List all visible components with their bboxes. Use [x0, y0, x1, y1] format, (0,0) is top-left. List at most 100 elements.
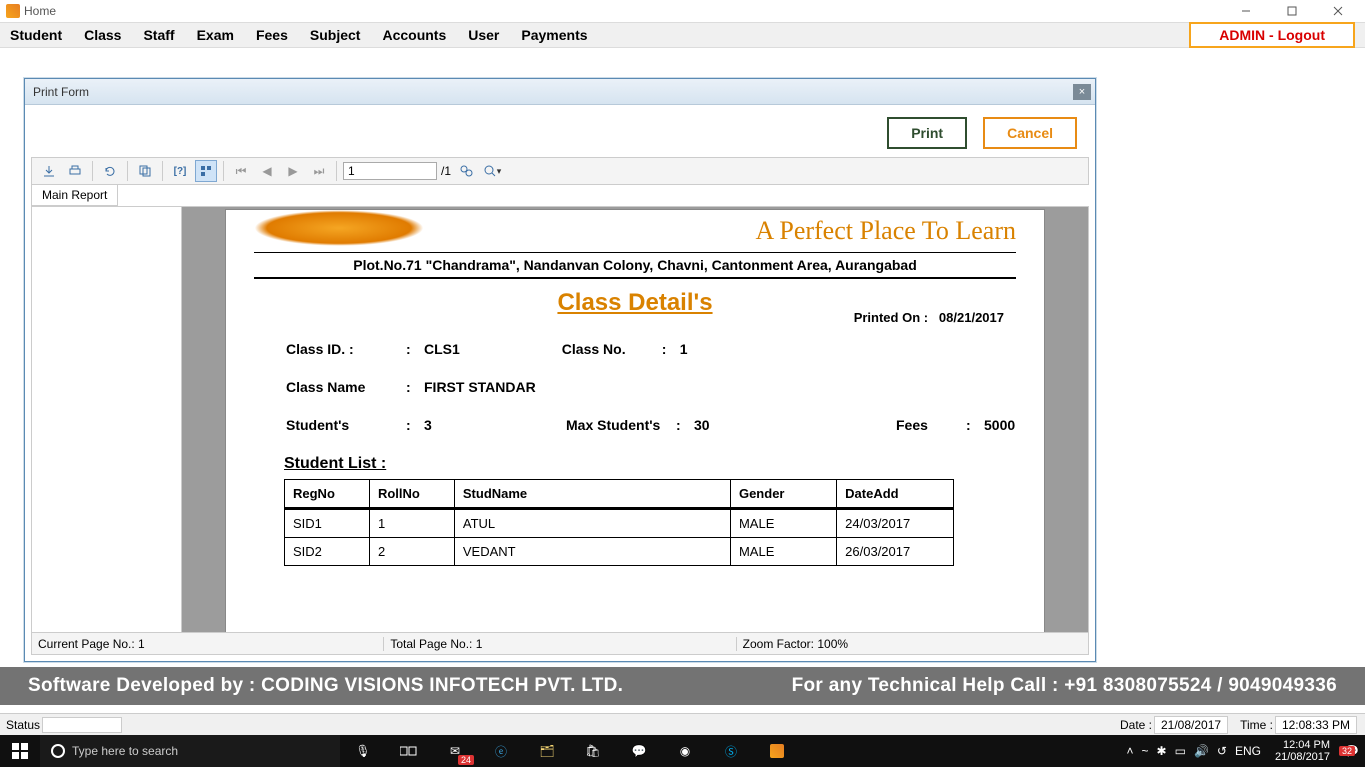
find-icon[interactable]: [455, 160, 477, 182]
copy-icon[interactable]: [134, 160, 156, 182]
menu-user[interactable]: User: [468, 27, 499, 43]
tray-volume-icon[interactable]: 🔊: [1194, 744, 1209, 758]
col-gender: Gender: [730, 480, 836, 509]
footer-credit: Software Developed by : CODING VISIONS I…: [0, 667, 1365, 705]
menu-payments[interactable]: Payments: [521, 27, 587, 43]
date-label: Date :: [1120, 718, 1152, 732]
next-page-icon[interactable]: ▶: [282, 160, 304, 182]
report-statusbar: Current Page No.: 1 Total Page No.: 1 Zo…: [31, 633, 1089, 655]
status-label: Status: [6, 718, 40, 732]
class-no-label: Class No.: [562, 341, 662, 357]
time-label: Time :: [1240, 718, 1273, 732]
tray-network-icon[interactable]: ✱: [1157, 744, 1167, 758]
class-no-value: 1: [680, 341, 688, 357]
clock-date: 21/08/2017: [1275, 751, 1330, 763]
fees-value: 5000: [984, 417, 1015, 433]
status-total-page: Total Page No.: 1: [384, 637, 736, 651]
group-tree-icon[interactable]: [195, 160, 217, 182]
table-row: SID22VEDANTMALE26/03/2017: [285, 538, 954, 566]
notifications-icon[interactable]: 💬32: [1344, 744, 1359, 758]
tray-sync-icon[interactable]: ↺: [1217, 744, 1227, 758]
menu-exam[interactable]: Exam: [197, 27, 234, 43]
report-page: A Perfect Place To Learn Plot.No.71 "Cha…: [225, 209, 1045, 632]
student-table: RegNoRollNoStudNameGenderDateAdd SID11AT…: [284, 479, 954, 566]
report-toolbar: [?] ⏮ ◀ ▶ ⏭ /1 ▾: [31, 157, 1089, 185]
maximize-button[interactable]: [1269, 0, 1315, 22]
printed-on-label: Printed On :: [854, 310, 928, 325]
menu-class[interactable]: Class: [84, 27, 121, 43]
close-button[interactable]: [1315, 0, 1361, 22]
page-input[interactable]: [343, 162, 437, 180]
skype-icon[interactable]: Ⓢ: [708, 735, 754, 767]
taskbar: Type here to search 🎙 ✉24 ⓔ 🗂 🛍 💬 ◉ Ⓢ ˄ …: [0, 735, 1365, 767]
report-title: Class Detail's: [557, 289, 712, 316]
class-name-label: Class Name: [286, 379, 406, 395]
window-title: Home: [24, 4, 56, 18]
app-taskbar-icon[interactable]: [754, 735, 800, 767]
modal-caption: Print Form ×: [25, 79, 1095, 105]
col-regno: RegNo: [285, 480, 370, 509]
chrome-icon[interactable]: ◉: [662, 735, 708, 767]
refresh-icon[interactable]: [99, 160, 121, 182]
admin-logout[interactable]: ADMIN - Logout: [1189, 22, 1355, 48]
student-list-header: Student List :: [284, 455, 1016, 473]
menu-subject[interactable]: Subject: [310, 27, 361, 43]
cancel-button[interactable]: Cancel: [983, 117, 1077, 149]
class-id-label: Class ID. :: [286, 341, 406, 357]
print-icon[interactable]: [64, 160, 86, 182]
minimize-button[interactable]: [1223, 0, 1269, 22]
search-bar[interactable]: Type here to search: [40, 735, 340, 767]
mic-icon[interactable]: 🎙: [340, 735, 386, 767]
time-value: 12:08:33 PM: [1275, 716, 1357, 734]
notif-badge: 32: [1339, 746, 1355, 756]
titlebar: Home: [0, 0, 1365, 22]
table-row: SID11ATULMALE24/03/2017: [285, 509, 954, 538]
menu-staff[interactable]: Staff: [143, 27, 174, 43]
tab-main-report[interactable]: Main Report: [31, 185, 118, 206]
menu-accounts[interactable]: Accounts: [382, 27, 446, 43]
explorer-icon[interactable]: 🗂: [524, 735, 570, 767]
tray-chevron-icon[interactable]: ˄: [1127, 744, 1134, 758]
print-form-modal: Print Form × Print Cancel [?] ⏮ ◀ ▶ ⏭ /1…: [24, 78, 1096, 662]
first-page-icon[interactable]: ⏮: [230, 160, 252, 182]
report-tabs: Main Report: [31, 185, 1089, 206]
start-button[interactable]: [0, 743, 40, 759]
col-rollno: RollNo: [369, 480, 454, 509]
statusbar: Status Date : 21/08/2017 Time : 12:08:33…: [0, 713, 1365, 735]
cortana-icon: [50, 743, 66, 759]
export-icon[interactable]: [38, 160, 60, 182]
app-icon: [6, 4, 20, 18]
search-placeholder: Type here to search: [72, 744, 178, 758]
prev-page-icon[interactable]: ◀: [256, 160, 278, 182]
col-studname: StudName: [454, 480, 730, 509]
max-students-label: Max Student's: [566, 417, 676, 433]
tray-battery-icon[interactable]: ▭: [1175, 744, 1186, 758]
params-icon[interactable]: [?]: [169, 160, 191, 182]
print-button[interactable]: Print: [887, 117, 967, 149]
store-icon[interactable]: 🛍: [570, 735, 616, 767]
max-students-value: 30: [694, 417, 754, 433]
report-viewport[interactable]: A Perfect Place To Learn Plot.No.71 "Cha…: [182, 207, 1088, 632]
modal-close[interactable]: ×: [1073, 84, 1091, 100]
tray-feather-icon[interactable]: ~: [1142, 744, 1149, 758]
whatsapp-icon[interactable]: 💬: [616, 735, 662, 767]
page-total: /1: [441, 164, 451, 178]
modal-title: Print Form: [33, 85, 89, 99]
last-page-icon[interactable]: ⏭: [308, 160, 330, 182]
clock-time: 12:04 PM: [1275, 739, 1330, 751]
zoom-icon[interactable]: ▾: [481, 160, 503, 182]
taskbar-clock[interactable]: 12:04 PM 21/08/2017: [1269, 739, 1336, 763]
mail-icon[interactable]: ✉24: [432, 735, 478, 767]
status-current-page: Current Page No.: 1: [32, 637, 384, 651]
group-tree-panel: [32, 207, 182, 632]
class-id-value: CLS1: [424, 341, 460, 357]
taskview-icon[interactable]: [386, 735, 432, 767]
printed-on-date: 08/21/2017: [939, 310, 1004, 325]
menubar: Student Class Staff Exam Fees Subject Accounts…: [0, 22, 1365, 48]
tagline: A Perfect Place To Learn: [254, 216, 1016, 246]
edge-icon[interactable]: ⓔ: [478, 735, 524, 767]
menu-student[interactable]: Student: [10, 27, 62, 43]
fees-label: Fees: [896, 417, 966, 433]
tray-lang[interactable]: ENG: [1235, 744, 1261, 758]
menu-fees[interactable]: Fees: [256, 27, 288, 43]
